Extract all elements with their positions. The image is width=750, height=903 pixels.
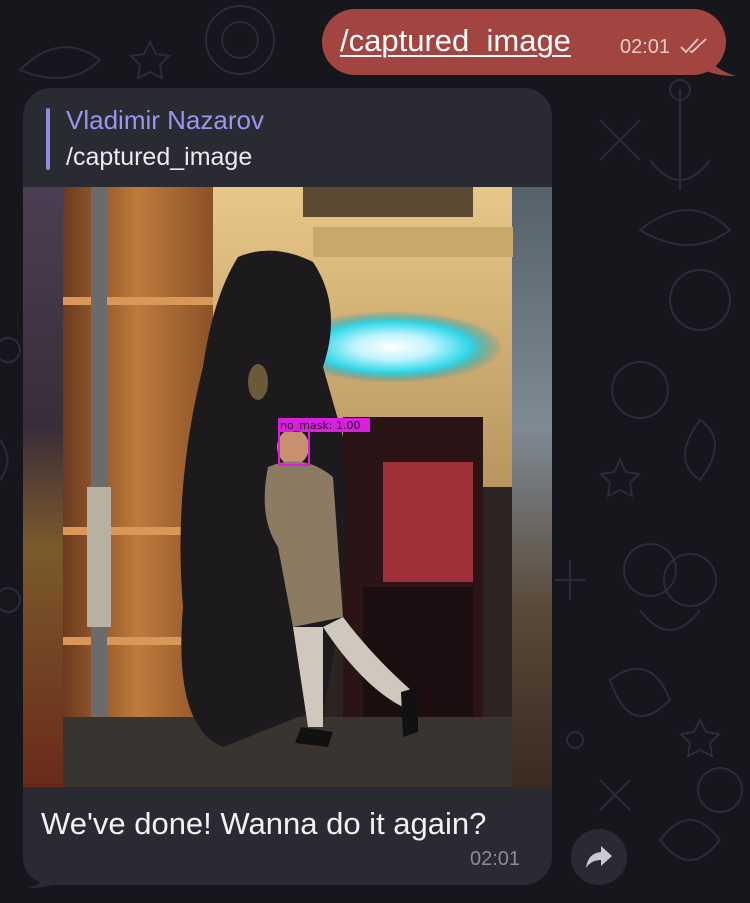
incoming-message-bubble[interactable]: Vladimir Nazarov /captured_image no_mask… <box>23 88 552 885</box>
photo-illustration: no_mask: 1.00 <box>23 187 552 787</box>
captured-photo[interactable]: no_mask: 1.00 <box>23 187 552 787</box>
share-arrow-icon <box>586 846 612 868</box>
outgoing-message-time: 02:01 <box>620 36 671 58</box>
outgoing-message-bubble[interactable]: /captured_image 02:01 <box>322 9 726 75</box>
reply-sender-name[interactable]: Vladimir Nazarov <box>66 105 264 136</box>
incoming-message-time: 02:01 <box>470 848 521 870</box>
share-button[interactable] <box>571 829 627 885</box>
reply-accent-bar <box>46 108 50 170</box>
message-caption[interactable]: We've done! Wanna do it again? <box>41 806 486 842</box>
outgoing-bubble-tail <box>700 44 736 76</box>
detection-label: no_mask: 1.00 <box>280 419 360 432</box>
reply-quoted-text[interactable]: /captured_image <box>66 143 252 172</box>
outgoing-message-text[interactable]: /captured_image <box>340 23 571 59</box>
